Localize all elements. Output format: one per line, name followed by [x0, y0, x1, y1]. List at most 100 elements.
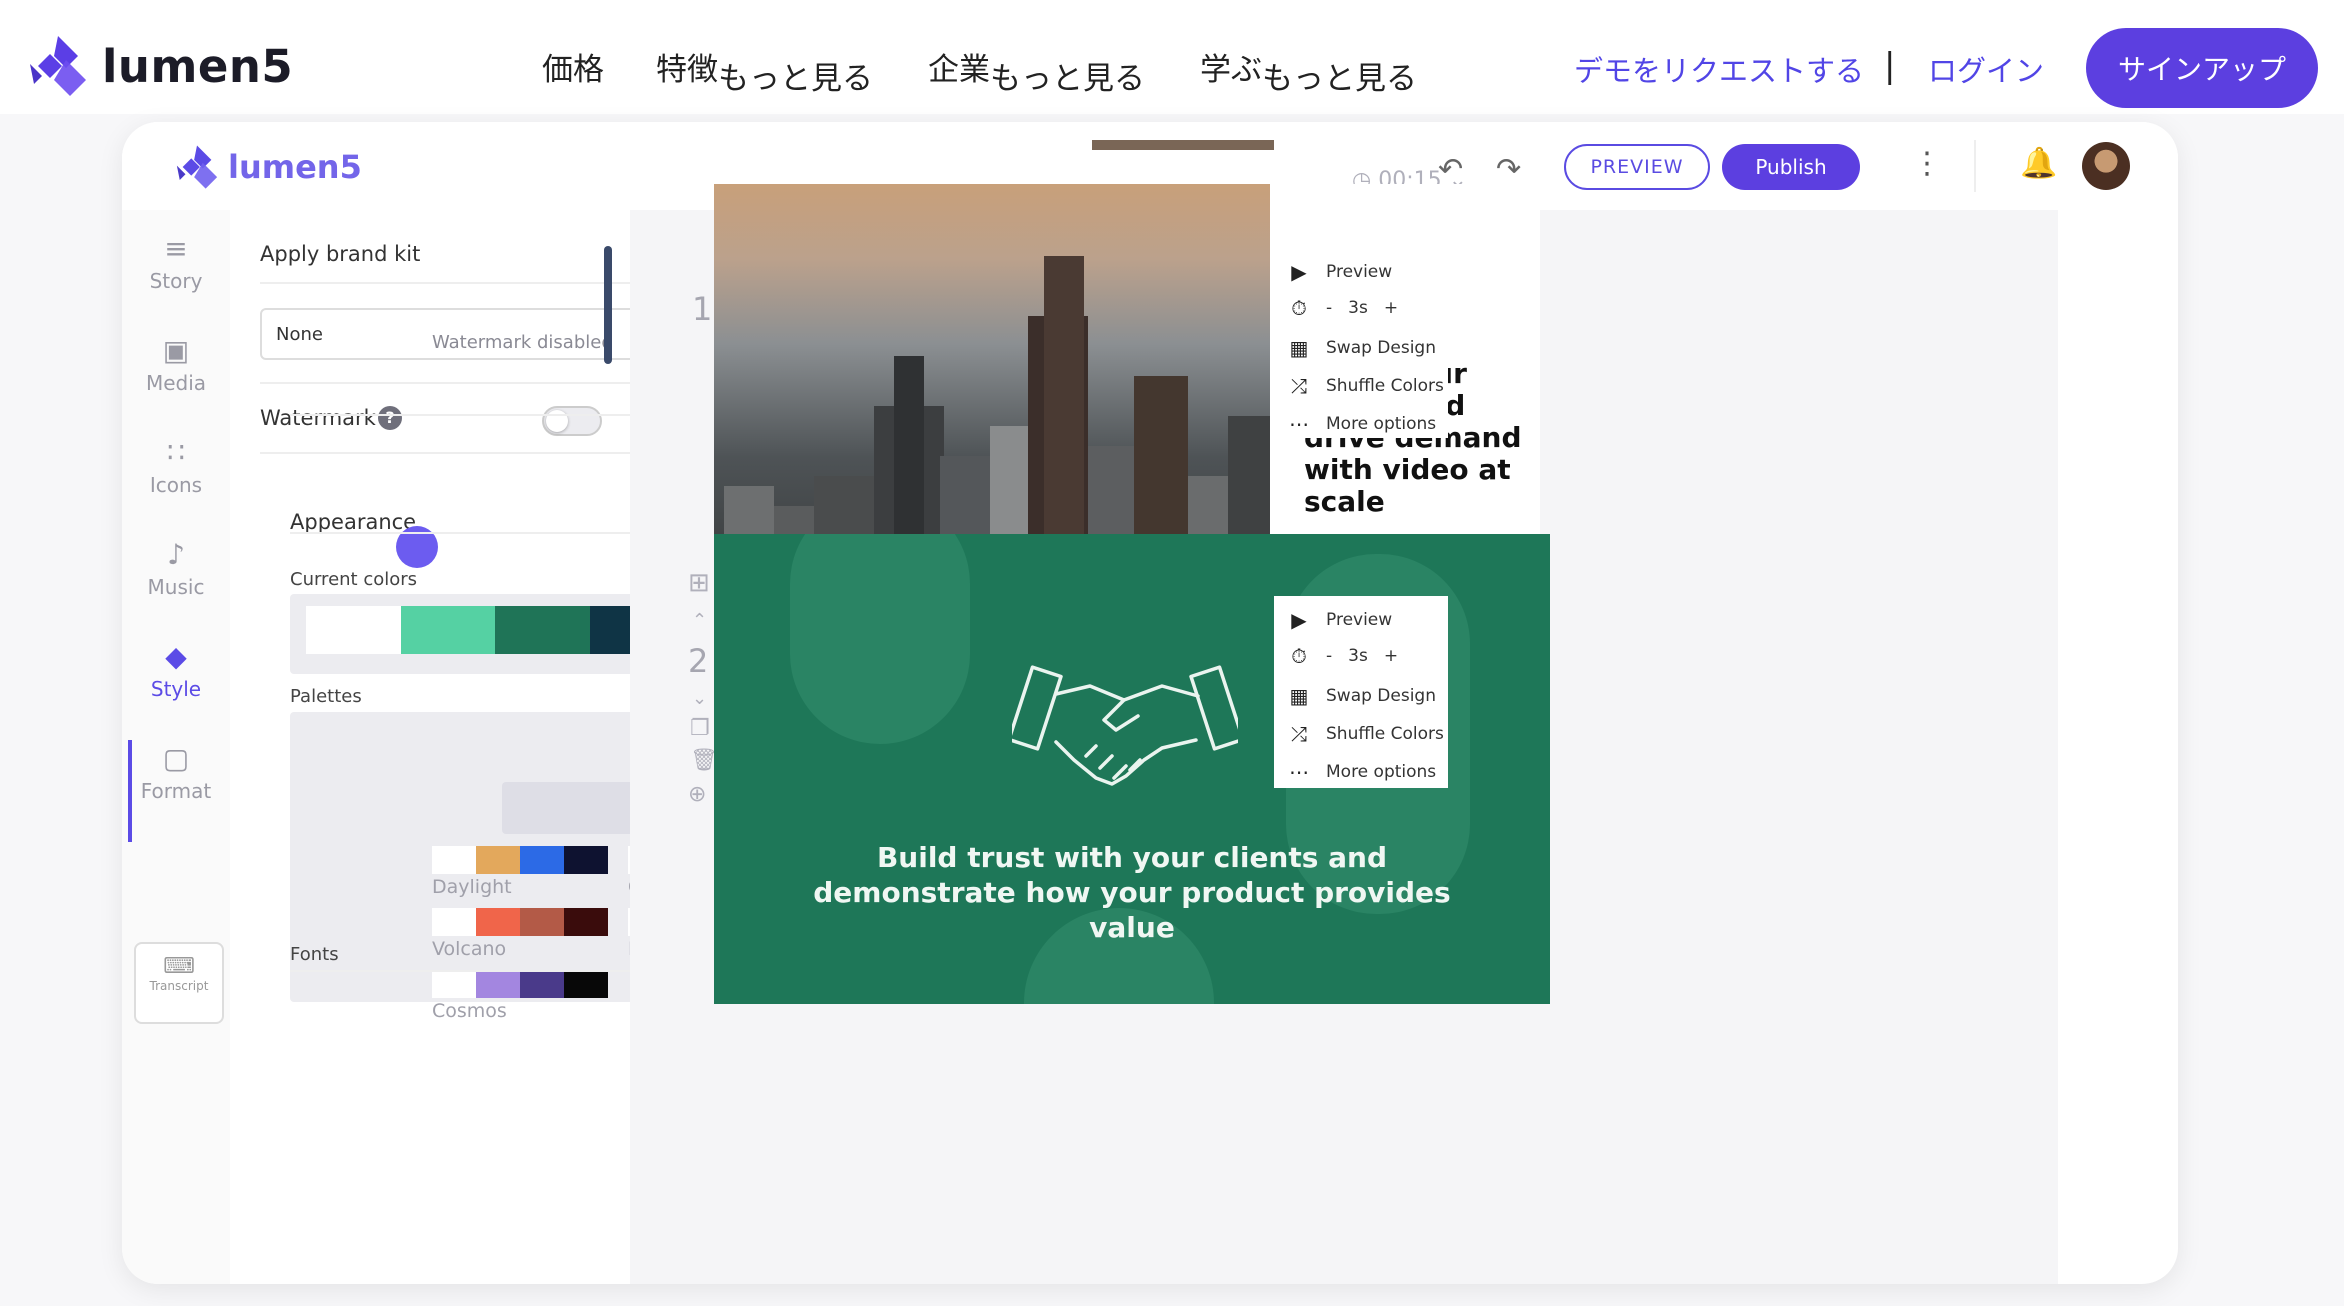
palette-color-swatch: [520, 970, 564, 998]
app-logo[interactable]: lumen5: [174, 144, 362, 190]
rail-label: Music: [147, 575, 205, 599]
option-label: Swap Design: [1326, 338, 1437, 358]
slide-2-headline[interactable]: Build trust with your clients and demons…: [794, 840, 1470, 945]
rail-item-format[interactable]: ▢ Format: [122, 742, 230, 803]
shuffle-colors-option[interactable]: ⤮ Shuffle Colors: [1288, 374, 1444, 398]
palette-color-swatch: [432, 846, 476, 874]
slide-number: 1: [692, 290, 713, 328]
transcript-button[interactable]: ⌨ Transcript: [134, 942, 224, 1024]
palette-swatches-cosmos[interactable]: [432, 970, 608, 998]
watermark-status: Watermark disabled: [432, 332, 613, 353]
fonts-label: Fonts: [290, 944, 339, 965]
rail-active-indicator: [128, 740, 132, 842]
watermark-label: Watermark: [260, 406, 376, 430]
add-after-icon[interactable]: ⊕: [688, 782, 706, 807]
nav-enterprise-more: もっと見る: [990, 61, 1145, 97]
shuffle-icon: ⤮: [1291, 722, 1307, 746]
swap-design-option[interactable]: ▦ Swap Design: [1288, 336, 1436, 360]
timer-icon: ⏱: [1291, 296, 1307, 320]
brand-kit-label: Apply brand kit: [260, 242, 421, 266]
current-color-swatch[interactable]: [400, 606, 495, 654]
duration-plus[interactable]: +: [1384, 298, 1398, 318]
palette-color-swatch: [564, 970, 608, 998]
transcript-icon: ⌨: [163, 954, 195, 979]
login-link[interactable]: ログイン: [1928, 48, 2044, 90]
palette-swatches-volcano[interactable]: [432, 908, 608, 936]
duration-minus[interactable]: -: [1326, 646, 1332, 666]
publish-button[interactable]: Publish: [1722, 144, 1860, 190]
palette-color-swatch: [476, 970, 520, 998]
divider: [260, 452, 672, 454]
signup-button[interactable]: サインアップ: [2086, 28, 2318, 108]
music-note-icon: ♪: [167, 538, 185, 571]
nav-features-label: 特徴: [656, 52, 718, 88]
timer-icon: ⏱: [1291, 644, 1307, 668]
duration-minus[interactable]: -: [1326, 298, 1332, 318]
palette-color-swatch: [520, 908, 564, 936]
palette-color-swatch: [520, 846, 564, 874]
more-menu-icon[interactable]: ⋮: [1912, 146, 1942, 181]
previous-slide-edge: [1092, 140, 1274, 150]
nav-learn[interactable]: 学ぶもっと見る: [1200, 44, 1417, 97]
nav-learn-more: もっと見る: [1262, 61, 1417, 97]
rail-item-style[interactable]: ◆ Style: [122, 640, 230, 701]
nav-separator: |: [1884, 46, 1896, 86]
rail-label: Format: [140, 779, 212, 803]
duplicate-icon[interactable]: ❐: [690, 716, 710, 741]
site-logo[interactable]: lumen5: [26, 34, 293, 98]
nav-learn-label: 学ぶ: [1200, 52, 1262, 88]
lumen5-logo-icon: [30, 36, 86, 96]
preview-button[interactable]: PREVIEW: [1564, 144, 1710, 190]
request-demo-link[interactable]: デモをリクエストする: [1574, 48, 1864, 90]
rail-label: Media: [145, 371, 207, 395]
transcript-label: Transcript: [149, 979, 209, 993]
preview-option[interactable]: ▶ Preview: [1288, 608, 1392, 632]
move-down-icon[interactable]: ⌄: [692, 688, 707, 709]
left-rail: ≡ Story ▣ Media ∷ Icons ♪ Music ◆ Style …: [122, 210, 230, 1284]
rail-item-music[interactable]: ♪ Music: [122, 538, 230, 599]
handshake-icon: [1012, 665, 1238, 786]
watermark-toggle[interactable]: [542, 406, 602, 436]
current-color-swatch[interactable]: [306, 606, 401, 654]
panel-scrollbar[interactable]: [604, 246, 612, 364]
duration-option: ⏱ -3s +: [1288, 644, 1398, 668]
option-label: Preview: [1326, 610, 1393, 630]
ellipsis-icon: ⋯: [1289, 412, 1309, 436]
more-options-option[interactable]: ⋯ More options: [1288, 412, 1436, 436]
rail-label: Style: [150, 677, 202, 701]
nav-pricing[interactable]: 価格: [542, 44, 604, 89]
nav-features[interactable]: 特徴もっと見る: [656, 44, 873, 97]
help-icon[interactable]: ?: [378, 406, 402, 430]
notification-bell-icon[interactable]: 🔔: [2020, 146, 2057, 181]
rail-label: Story: [149, 269, 203, 293]
divider: [260, 382, 672, 384]
app-brand-name: lumen5: [228, 148, 362, 186]
shuffle-colors-option[interactable]: ⤮ Shuffle Colors: [1288, 722, 1444, 746]
swap-design-option[interactable]: ▦ Swap Design: [1288, 684, 1436, 708]
move-up-icon[interactable]: ⌃: [692, 610, 707, 631]
brand-kit-value: None: [276, 324, 323, 345]
add-scene-icon[interactable]: ⊞: [688, 568, 710, 598]
current-colors-swatches[interactable]: [306, 606, 684, 654]
option-label: Swap Design: [1326, 686, 1437, 706]
user-avatar[interactable]: [2082, 142, 2130, 190]
option-label: More options: [1326, 762, 1437, 782]
nav-enterprise[interactable]: 企業もっと見る: [928, 44, 1145, 97]
nav-features-more: もっと見る: [718, 61, 873, 97]
rail-item-icons[interactable]: ∷ Icons: [122, 436, 230, 497]
format-icon: ▢: [162, 742, 190, 775]
palette-swatches-daylight[interactable]: [432, 846, 608, 874]
current-color-swatch[interactable]: [495, 606, 590, 654]
layout-icon: ▦: [1289, 684, 1309, 708]
palette-color-swatch: [564, 846, 608, 874]
duration-plus[interactable]: +: [1384, 646, 1398, 666]
lumen5-logo-icon: [176, 145, 218, 189]
rail-item-media[interactable]: ▣ Media: [122, 334, 230, 395]
nav-enterprise-label: 企業: [928, 52, 990, 88]
preview-option[interactable]: ▶ Preview: [1288, 260, 1392, 284]
rail-item-story[interactable]: ≡ Story: [122, 232, 230, 293]
palette-color-swatch: [432, 970, 476, 998]
option-label: Shuffle Colors: [1326, 724, 1444, 744]
redo-icon[interactable]: ↷: [1496, 152, 1521, 187]
more-options-option[interactable]: ⋯ More options: [1288, 760, 1436, 784]
